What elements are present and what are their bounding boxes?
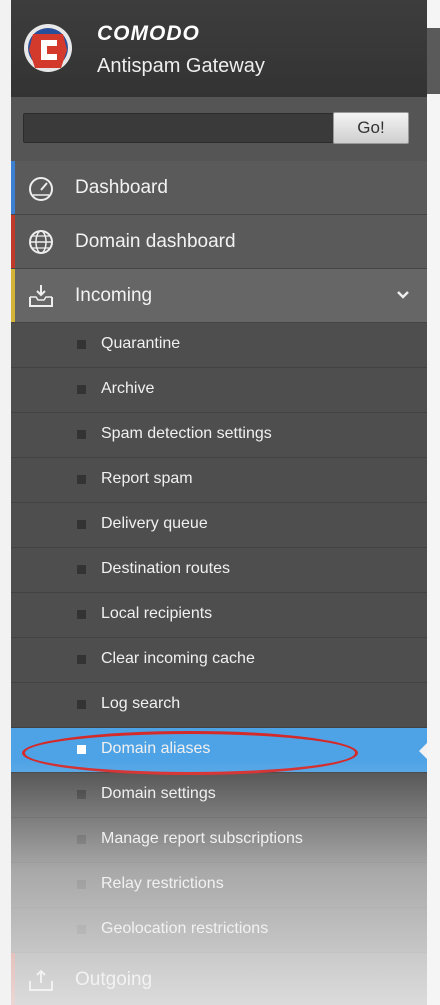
submenu-item[interactable]: Log search [11, 683, 427, 728]
go-button[interactable]: Go! [333, 112, 409, 144]
content-header-edge [427, 28, 440, 94]
bullet-icon [77, 880, 86, 889]
submenu-item-label: Quarantine [101, 335, 181, 352]
submenu-item-label: Log search [101, 695, 181, 712]
product-name: Antispam Gateway [97, 55, 265, 77]
inbox-out-icon [29, 969, 53, 991]
submenu-item-label: Delivery queue [101, 515, 208, 532]
submenu-item-label: Report spam [101, 470, 193, 487]
bullet-icon [77, 430, 86, 439]
bullet-icon [77, 520, 86, 529]
globe-icon [29, 230, 53, 254]
submenu-item-label: Domain aliases [101, 740, 211, 757]
submenu-item[interactable]: Domain settings [11, 773, 427, 818]
sidebar-item-label: Outgoing [75, 969, 153, 990]
submenu-item-label: Clear incoming cache [101, 650, 255, 667]
submenu-item[interactable]: Report spam [11, 458, 427, 503]
chevron-down-icon[interactable] [396, 289, 410, 301]
bullet-icon [77, 565, 86, 574]
submenu-item-label: Archive [101, 380, 155, 397]
app-frame: COMODO Antispam Gateway Go! Dashboard Do… [0, 0, 440, 1005]
submenu-item[interactable]: Clear incoming cache [11, 638, 427, 683]
brand-name: COMODO [97, 22, 200, 45]
item-accent [11, 161, 15, 214]
bullet-icon [77, 790, 86, 799]
item-accent [11, 953, 15, 1005]
search-bar: Go! [11, 97, 427, 162]
submenu-item[interactable]: Domain aliases [11, 728, 427, 773]
sidebar-item-label: Dashboard [75, 177, 168, 198]
active-pointer-icon [419, 742, 427, 760]
sidebar-item-label: Incoming [75, 285, 153, 306]
sidebar-item-dashboard[interactable]: Dashboard [11, 161, 427, 215]
inbox-in-icon [29, 285, 53, 307]
item-accent [11, 269, 15, 322]
item-accent [11, 215, 15, 268]
bullet-icon [77, 610, 86, 619]
submenu-item[interactable]: Quarantine [11, 323, 427, 368]
sidebar: COMODO Antispam Gateway Go! Dashboard Do… [11, 0, 427, 1005]
bullet-icon [77, 700, 86, 709]
bullet-icon [77, 655, 86, 664]
sidebar-item-outgoing[interactable]: Outgoing [11, 953, 427, 1005]
sidebar-item-domain-dashboard[interactable]: Domain dashboard [11, 215, 427, 269]
comodo-logo-icon [24, 24, 72, 72]
submenu-item-label: Local recipients [101, 605, 213, 622]
bullet-icon [77, 925, 86, 934]
content-area [427, 0, 440, 1005]
sidebar-item-label: Domain dashboard [75, 231, 236, 252]
bullet-icon [77, 385, 86, 394]
submenu-item-label: Destination routes [101, 560, 230, 577]
speedometer-icon [29, 177, 53, 201]
submenu-item[interactable]: Delivery queue [11, 503, 427, 548]
submenu-item-label: Geolocation restrictions [101, 920, 269, 937]
submenu-item[interactable]: Geolocation restrictions [11, 908, 427, 953]
submenu-item-label: Relay restrictions [101, 875, 224, 892]
sidebar-header: COMODO Antispam Gateway [11, 0, 427, 97]
bullet-icon [77, 835, 86, 844]
bullet-icon [77, 340, 86, 349]
submenu-item[interactable]: Destination routes [11, 548, 427, 593]
bullet-icon [77, 475, 86, 484]
submenu-item[interactable]: Local recipients [11, 593, 427, 638]
submenu-item-label: Domain settings [101, 785, 216, 802]
submenu-item[interactable]: Relay restrictions [11, 863, 427, 908]
submenu-item-label: Spam detection settings [101, 425, 272, 442]
sidebar-item-incoming[interactable]: Incoming [11, 269, 427, 323]
search-input[interactable] [23, 113, 343, 143]
bullet-icon [77, 745, 86, 754]
submenu-item[interactable]: Archive [11, 368, 427, 413]
submenu-item[interactable]: Manage report subscriptions [11, 818, 427, 863]
submenu-item[interactable]: Spam detection settings [11, 413, 427, 458]
submenu-item-label: Manage report subscriptions [101, 830, 303, 847]
